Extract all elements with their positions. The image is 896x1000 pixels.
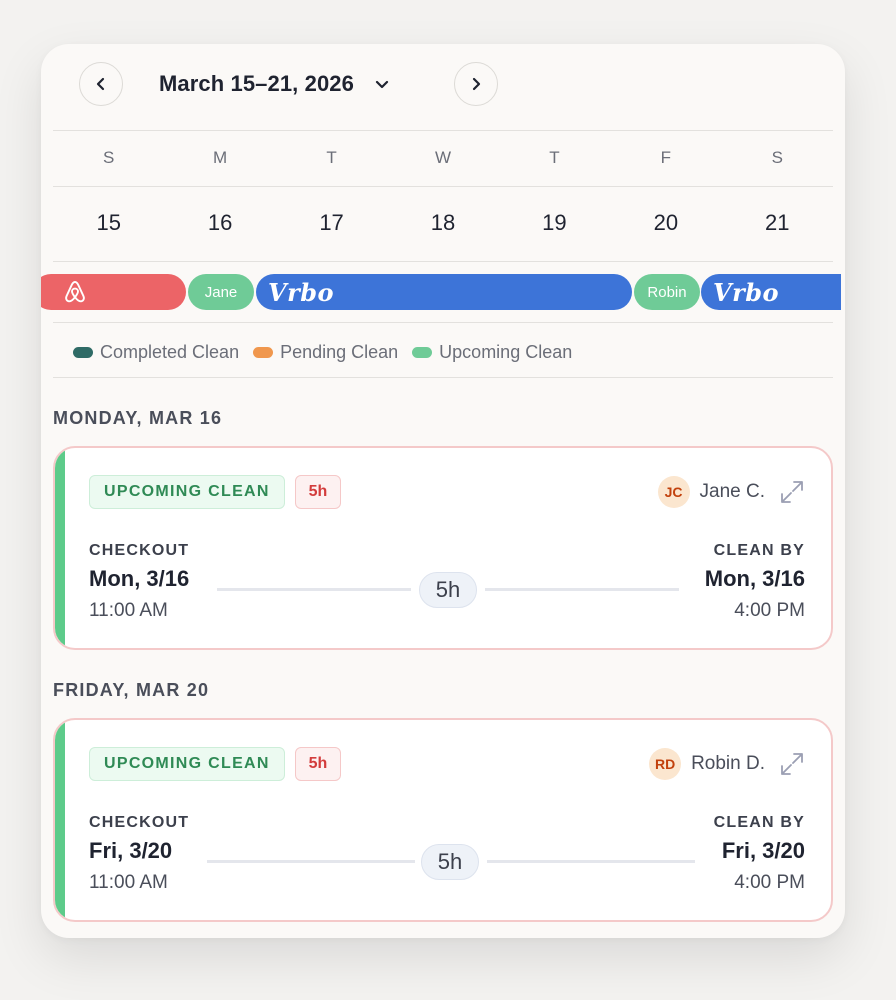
legend-item-pending: Pending Clean [253,342,398,363]
next-week-button[interactable] [454,62,498,106]
status-badge: UPCOMING CLEAN [89,747,285,781]
clean-card[interactable]: UPCOMING CLEAN 5h RD Robin D. CHECKOUT F… [53,718,833,922]
legend-swatch-pending [253,347,274,358]
clean-card[interactable]: UPCOMING CLEAN 5h JC Jane C. CHECKOUT Mo… [53,446,833,650]
guest-booking-bar-robin[interactable]: Robin [634,274,700,310]
status-accent-bar [55,720,65,920]
vrbo-logo: Vrbo [713,277,780,307]
airbnb-booking-bar[interactable] [41,274,186,310]
assignee-name: Robin D. [691,753,765,774]
date-cell[interactable]: 16 [164,210,275,238]
date-cell[interactable]: 17 [276,210,387,238]
weekday-label: S [771,148,783,167]
divider [53,130,833,131]
date-cell[interactable]: 15 [53,210,164,238]
chevron-left-icon [96,77,105,91]
hours-badge: 5h [295,747,341,781]
booking-guest-name: Jane [204,283,238,301]
status-accent-bar [55,448,65,648]
weekday-label: W [434,148,451,167]
avatar: RD [649,748,682,780]
weekday-label: S [103,148,115,167]
timeline-connector [207,860,415,863]
divider [53,261,833,262]
checkout-label: CHECKOUT [89,814,190,831]
legend-item-completed: Completed Clean [73,342,239,363]
date-cell[interactable]: 19 [499,210,610,238]
clean-by-date: Fri, 3/20 [721,838,805,863]
week-range-title: March 15–21, 2026 [159,71,354,96]
checkout-label: CHECKOUT [89,542,190,559]
date-cell[interactable]: 21 [722,210,833,238]
legend-swatch-completed [73,347,93,358]
booking-guest-name: Robin [647,283,687,301]
cleaning-schedule-panel: March 15–21, 2026 S M T W T F S 15 16 17… [41,44,845,938]
vrbo-booking-bar[interactable]: Vrbo [701,274,841,310]
clean-by-date: Mon, 3/16 [704,566,805,591]
expand-icon[interactable] [779,479,805,505]
date-cell[interactable]: 18 [387,210,498,238]
legend-swatch-upcoming [412,347,433,358]
weekday-label: T [326,148,337,167]
legend-label: Completed Clean [100,342,240,362]
airbnb-logo-icon [65,281,85,303]
legend: Completed Clean Pending Clean Upcoming C… [73,342,572,363]
date-row: 15 16 17 18 19 20 21 [53,210,833,238]
expand-icon[interactable] [779,751,805,777]
prev-week-button[interactable] [79,62,123,106]
weekday-label: F [660,148,672,167]
legend-label: Upcoming Clean [439,342,573,362]
legend-label: Pending Clean [280,342,399,362]
clean-by-label: CLEAN BY [713,814,805,831]
guest-booking-bar-jane[interactable]: Jane [188,274,254,310]
clean-by-time: 4:00 PM [734,872,805,893]
assignee[interactable]: JC Jane C. [657,475,765,509]
weekday-header: S M T W T F S [53,148,833,172]
assignee[interactable]: RD Robin D. [649,747,765,781]
assignee-name: Jane C. [699,481,765,502]
timeline-connector [487,860,695,863]
divider [53,377,833,378]
clean-by-time: 4:00 PM [734,600,805,621]
chevron-right-icon [472,77,481,91]
duration-pill: 5h [421,844,479,880]
weekday-label: T [549,148,560,167]
checkout-date: Mon, 3/16 [89,566,190,591]
vrbo-logo: Vrbo [268,277,335,307]
date-cell[interactable]: 20 [610,210,721,238]
divider [53,322,833,323]
status-badge: UPCOMING CLEAN [89,475,285,509]
vrbo-booking-bar[interactable]: Vrbo [256,274,632,310]
avatar: JC [657,476,690,508]
duration-pill: 5h [419,572,477,608]
checkout-time: 11:00 AM [89,600,168,621]
hours-badge: 5h [295,475,341,509]
chevron-down-icon [375,80,389,89]
day-heading: MONDAY, MAR 16 [53,408,223,428]
checkout-time: 11:00 AM [89,872,168,893]
weekday-label: M [213,148,228,167]
divider [53,186,833,187]
timeline-connector [485,588,679,591]
timeline-connector [217,588,411,591]
checkout-date: Fri, 3/20 [89,838,173,863]
week-range-selector[interactable]: March 15–21, 2026 [159,62,390,106]
booking-timeline: Jane Vrbo Robin Vrbo [41,274,841,310]
day-heading: FRIDAY, MAR 20 [53,680,210,700]
legend-item-upcoming: Upcoming Clean [412,342,572,363]
clean-by-label: CLEAN BY [713,542,805,559]
